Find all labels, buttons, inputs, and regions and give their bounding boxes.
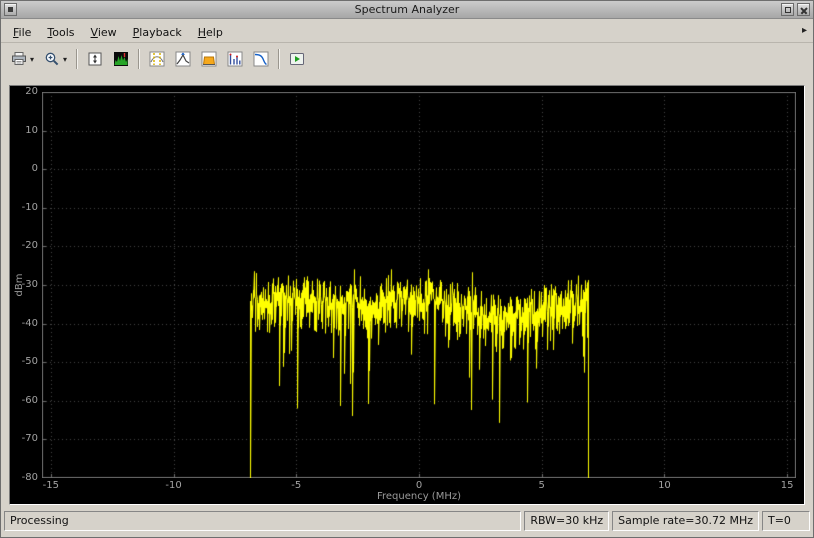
- menu-item-tools[interactable]: Tools: [39, 21, 82, 45]
- window-menu-icon: [8, 7, 13, 12]
- y-tick-label: 10: [25, 124, 38, 136]
- app-window: Spectrum Analyzer ▸ File Tools View Playbac…: [0, 0, 814, 538]
- menu-overflow-icon[interactable]: ▸: [802, 19, 807, 43]
- x-tick-label: 10: [658, 480, 671, 491]
- toolbar-separator: [138, 49, 141, 69]
- toolbar-separator: [76, 49, 79, 69]
- x-tick-label: -10: [165, 480, 182, 491]
- printer-icon: [11, 51, 27, 67]
- menu-item-view[interactable]: View: [83, 21, 125, 45]
- menu-item-playback[interactable]: Playback: [125, 21, 190, 45]
- x-tick-label: 0: [415, 480, 423, 491]
- x-tick-label: -15: [42, 480, 59, 491]
- spectrum-settings-button[interactable]: [109, 47, 133, 71]
- title-bar[interactable]: Spectrum Analyzer: [1, 1, 813, 19]
- dropdown-caret-icon[interactable]: ▾: [30, 55, 34, 64]
- window-title: Spectrum Analyzer: [354, 3, 460, 16]
- y-tick-label: -40: [21, 317, 38, 329]
- playback-icon: [289, 51, 305, 67]
- toolbar: ▾ ▾: [1, 43, 813, 75]
- peak-finder-button[interactable]: [171, 47, 195, 71]
- y-tick-label: 20: [25, 86, 38, 97]
- y-tick-label: -10: [21, 201, 38, 213]
- menu-bar: ▸ File Tools View Playback Help: [1, 19, 813, 43]
- channel-measurements-icon: [201, 51, 217, 67]
- plot-area: dBm Frequency (MHz) 20 10 0 -10 -20 -30 -40 -50…: [9, 85, 805, 505]
- menu-item-file[interactable]: File: [5, 21, 39, 45]
- maximize-icon: [784, 6, 791, 13]
- toolbar-separator: [278, 49, 281, 69]
- distortion-measurements-icon: [227, 51, 243, 67]
- x-tick-label: 15: [780, 480, 794, 491]
- status-cell-time: T=0: [762, 511, 810, 531]
- distortion-measurements-button[interactable]: [223, 47, 247, 71]
- x-tick-label: -5: [291, 480, 302, 491]
- y-tick-label: 0: [31, 163, 38, 175]
- zoom-in-icon: [44, 51, 60, 67]
- y-tick-label: -30: [21, 279, 38, 290]
- zoom-button[interactable]: ▾: [40, 47, 71, 71]
- maximize-button[interactable]: [781, 3, 794, 16]
- y-tick-label: -50: [21, 356, 38, 368]
- y-tick-label: -60: [21, 394, 38, 406]
- cursor-measurements-icon: [149, 51, 165, 67]
- ccdf-measurements-button[interactable]: [249, 47, 273, 71]
- status-message: Processing: [4, 511, 522, 531]
- dropdown-caret-icon[interactable]: ▾: [63, 55, 67, 64]
- status-cell-rbw: RBW=30 kHz: [524, 511, 610, 531]
- playback-options-button[interactable]: [285, 47, 309, 71]
- window-menu-button[interactable]: [4, 3, 17, 16]
- x-tick-label: 5: [538, 480, 545, 491]
- ccdf-icon: [253, 51, 269, 67]
- plot-canvas[interactable]: [42, 92, 796, 478]
- y-tick-label: -70: [21, 433, 38, 445]
- spectrum-settings-icon: [113, 51, 129, 67]
- y-tick-label: -20: [21, 240, 38, 252]
- channel-measurements-button[interactable]: [197, 47, 221, 71]
- scale-axes-button[interactable]: [83, 47, 107, 71]
- fit-view-icon: [87, 51, 103, 67]
- print-button[interactable]: ▾: [7, 47, 38, 71]
- close-button[interactable]: [797, 3, 810, 16]
- status-bar: Processing RBW=30 kHz Sample rate=30.72 M…: [4, 510, 810, 532]
- status-cell-sample-rate: Sample rate=30.72 MHz: [612, 511, 759, 531]
- window-controls: [781, 3, 810, 16]
- x-axis-label: Frequency (MHz): [376, 491, 462, 502]
- menu-item-help[interactable]: Help: [190, 21, 231, 45]
- peak-finder-icon: [175, 51, 191, 67]
- cursor-measurements-button[interactable]: [145, 47, 169, 71]
